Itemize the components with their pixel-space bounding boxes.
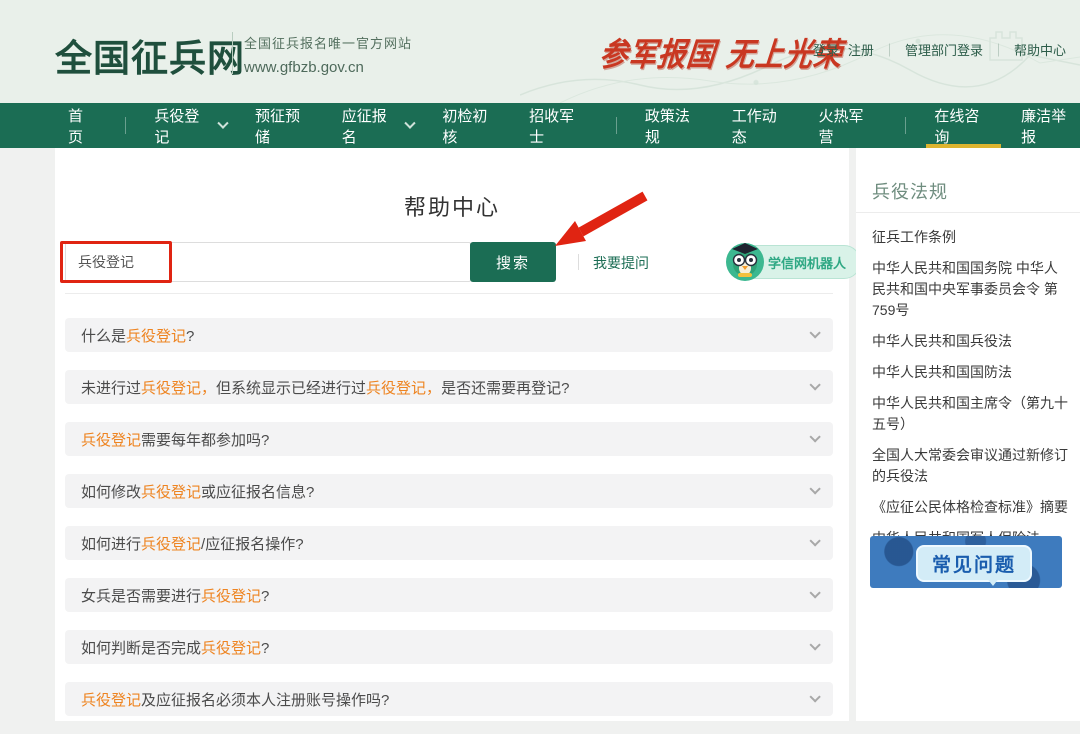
faq-question: 什么是兵役登记? — [81, 325, 809, 346]
chevron-down-icon[interactable] — [809, 587, 820, 598]
login-link[interactable]: 登录 — [813, 40, 839, 59]
faq-item[interactable]: 女兵是否需要进行兵役登记? — [65, 578, 833, 612]
chevron-down-icon[interactable] — [809, 691, 820, 702]
slogan-calligraphy: 参军报国 无上光荣 — [598, 30, 833, 76]
tagline-line1: 全国征兵报名唯一官方网站 — [244, 33, 412, 52]
chsi-robot-button[interactable]: 学信网机器人 — [727, 245, 861, 279]
robot-label: 学信网机器人 — [768, 253, 846, 272]
faq-question: 兵役登记需要每年都参加吗? — [81, 429, 809, 450]
nav-item-yingzheng-baoming[interactable]: 应征报名 — [342, 103, 415, 148]
help-center-panel: 帮助中心 搜索 我要提问 学信网机器人 — [55, 148, 849, 721]
search-row: 搜索 我要提问 学信网机器人 — [65, 242, 839, 282]
faq-question: 如何判断是否完成兵役登记? — [81, 637, 809, 658]
chevron-down-icon — [217, 117, 228, 128]
links-divider: ｜ — [992, 40, 1005, 59]
nav-item-huore-junying[interactable]: 火热军营 — [819, 103, 878, 148]
nav-item-label: 工作动态 — [732, 105, 791, 147]
nav-separator — [125, 117, 126, 134]
nav-item-label: 首页 — [68, 105, 97, 147]
page-title: 帮助中心 — [55, 190, 849, 222]
chevron-down-icon[interactable] — [809, 535, 820, 546]
chevron-down-icon[interactable] — [809, 327, 820, 338]
faq-banner[interactable]: 常见问题 — [870, 536, 1062, 588]
sidebar: 兵役法规 征兵工作条例中华人民共和国国务院 中华人民共和国中央军事委员会令 第7… — [856, 148, 1080, 721]
nav-item-zaixian-zixun[interactable]: 在线咨询 — [934, 103, 993, 148]
nav-item-label: 在线咨询 — [934, 105, 993, 147]
nav-item-label: 廉洁举报 — [1021, 105, 1080, 147]
ask-divider — [578, 254, 579, 270]
site-url: www.gfbzb.gov.cn — [244, 59, 412, 76]
nav-item-label: 政策法规 — [645, 105, 704, 147]
faq-question: 女兵是否需要进行兵役登记? — [81, 585, 809, 606]
nav-item-label: 应征报名 — [342, 105, 401, 147]
nav-item-label: 预征预储 — [255, 105, 314, 147]
nav-items: 首页 兵役登记预征预储应征报名初检初核招收军士 政策法规工作动态火热军营 在线咨询廉洁… — [68, 103, 1080, 148]
law-link[interactable]: 中华人民共和国国防法 — [872, 362, 1068, 383]
faq-item[interactable]: 未进行过兵役登记，但系统显示已经进行过兵役登记，是否还需要再登记? — [65, 370, 833, 404]
site-header: 全国征兵网 全国征兵报名唯一官方网站 www.gfbzb.gov.cn 参军报国… — [0, 0, 1080, 103]
robot-owl-icon — [725, 242, 765, 282]
faq-question: 兵役登记及应征报名必须本人注册账号操作吗? — [81, 689, 809, 710]
nav-item-label: 火热军营 — [819, 105, 878, 147]
chevron-down-icon[interactable] — [809, 379, 820, 390]
header-links: 登录 注册 ｜ 管理部门登录 ｜ 帮助中心 — [813, 40, 1066, 59]
links-divider: ｜ — [883, 40, 896, 59]
admin-login-link[interactable]: 管理部门登录 — [905, 40, 983, 59]
nav-separator — [905, 117, 906, 134]
register-link[interactable]: 注册 — [848, 40, 874, 59]
law-link[interactable]: 中华人民共和国国务院 中华人民共和国中央军事委员会令 第759号 — [872, 258, 1068, 321]
faq-item[interactable]: 如何判断是否完成兵役登记? — [65, 630, 833, 664]
law-link[interactable]: 中华人民共和国主席令（第九十五号） — [872, 393, 1068, 435]
search-input[interactable] — [65, 242, 471, 282]
nav-item-lianjie-jubao[interactable]: 廉洁举报 — [1021, 103, 1080, 148]
faq-question: 如何进行兵役登记/应征报名操作? — [81, 533, 809, 554]
faq-banner-tail — [986, 577, 1000, 586]
nav-separator — [616, 117, 617, 134]
nav-item-gongzuo-dongtai[interactable]: 工作动态 — [732, 103, 791, 148]
nav-item-bingyi-dengji[interactable]: 兵役登记 — [154, 103, 227, 148]
faq-item[interactable]: 如何进行兵役登记/应征报名操作? — [65, 526, 833, 560]
section-divider — [65, 293, 833, 294]
site-logo[interactable]: 全国征兵网 — [55, 28, 245, 82]
nav-item-label: 兵役登记 — [154, 105, 213, 147]
law-link[interactable]: 《应征公民体格检查标准》摘要 — [872, 497, 1068, 518]
chevron-down-icon[interactable] — [809, 431, 820, 442]
sidebar-links: 征兵工作条例中华人民共和国国务院 中华人民共和国中央军事委员会令 第759号中华… — [872, 227, 1068, 559]
logo-divider — [232, 32, 233, 74]
search-button[interactable]: 搜索 — [470, 242, 556, 282]
faq-question: 未进行过兵役登记，但系统显示已经进行过兵役登记，是否还需要再登记? — [81, 377, 809, 398]
nav-item-zhengce-fagui[interactable]: 政策法规 — [645, 103, 704, 148]
help-center-link[interactable]: 帮助中心 — [1014, 40, 1066, 59]
site-tagline: 全国征兵报名唯一官方网站 www.gfbzb.gov.cn — [244, 33, 412, 76]
nav-item-label: 初检初核 — [442, 105, 501, 147]
nav-item-yuzheng-yuchu[interactable]: 预征预储 — [255, 103, 314, 148]
chevron-down-icon[interactable] — [809, 639, 820, 650]
nav-item-label: 招收军士 — [529, 105, 588, 147]
faq-item[interactable]: 兵役登记需要每年都参加吗? — [65, 422, 833, 456]
main-nav: 首页 兵役登记预征预储应征报名初检初核招收军士 政策法规工作动态火热军营 在线咨询廉洁… — [0, 103, 1080, 148]
faq-item[interactable]: 什么是兵役登记? — [65, 318, 833, 352]
faq-item[interactable]: 兵役登记及应征报名必须本人注册账号操作吗? — [65, 682, 833, 716]
nav-item-zhaoshou-junshi[interactable]: 招收军士 — [529, 103, 588, 148]
faq-item[interactable]: 如何修改兵役登记或应征报名信息? — [65, 474, 833, 508]
faq-list: 什么是兵役登记? 未进行过兵役登记，但系统显示已经进行过兵役登记，是否还需要再登记… — [65, 318, 833, 734]
nav-item-home[interactable]: 首页 — [68, 103, 97, 148]
sidebar-divider — [856, 212, 1080, 213]
ask-question-link[interactable]: 我要提问 — [593, 253, 649, 273]
chevron-down-icon[interactable] — [809, 483, 820, 494]
law-link[interactable]: 中华人民共和国兵役法 — [872, 331, 1068, 352]
faq-banner-label: 常见问题 — [916, 545, 1032, 582]
chevron-down-icon — [405, 117, 416, 128]
law-link[interactable]: 征兵工作条例 — [872, 227, 1068, 248]
law-link[interactable]: 全国人大常委会审议通过新修订的兵役法 — [872, 445, 1068, 487]
faq-question: 如何修改兵役登记或应征报名信息? — [81, 481, 809, 502]
sidebar-title: 兵役法规 — [872, 178, 948, 204]
nav-item-chujian-chuhe[interactable]: 初检初核 — [442, 103, 501, 148]
